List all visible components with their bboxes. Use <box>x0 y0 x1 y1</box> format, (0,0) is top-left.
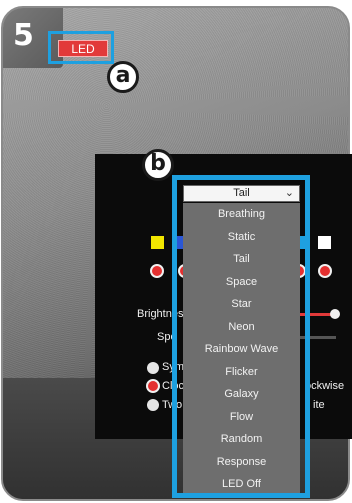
option-flow[interactable]: Flow <box>183 406 300 428</box>
option-label-counterclockwise: ockwise <box>305 380 345 392</box>
color-radio-4[interactable] <box>318 264 332 278</box>
step-number: 5 <box>13 18 34 53</box>
option-rainbow-wave[interactable]: Rainbow Wave <box>183 338 300 360</box>
option-space[interactable]: Space <box>183 271 300 293</box>
led-button[interactable]: LED <box>58 40 108 57</box>
option-led-off[interactable]: LED Off <box>183 473 300 495</box>
brightness-slider-knob[interactable] <box>330 309 340 319</box>
option-radio-cloc[interactable] <box>146 379 160 393</box>
led-highlight-box: LED <box>48 31 114 64</box>
color-radio-1[interactable] <box>150 264 164 278</box>
option-random[interactable]: Random <box>183 428 300 450</box>
screenshot-frame: 5 LED a Brightnes Spe Sym Cloc Two ockwi… <box>0 0 352 503</box>
option-label-white: ite <box>313 399 325 411</box>
option-tail[interactable]: Tail <box>183 248 300 270</box>
option-response[interactable]: Response <box>183 451 300 473</box>
chevron-down-icon: ⌄ <box>284 187 294 199</box>
option-galaxy[interactable]: Galaxy <box>183 383 300 405</box>
color-swatch-yellow[interactable] <box>151 236 164 249</box>
callout-a: a <box>107 61 139 93</box>
option-breathing[interactable]: Breathing <box>183 203 300 225</box>
effect-select[interactable]: Tail ⌄ <box>183 185 300 202</box>
option-radio-sym[interactable] <box>147 362 159 374</box>
color-swatch-white[interactable] <box>318 236 331 249</box>
option-flicker[interactable]: Flicker <box>183 361 300 383</box>
option-star[interactable]: Star <box>183 293 300 315</box>
callout-b: b <box>142 149 174 181</box>
effect-select-value: Tail <box>233 187 250 199</box>
effect-options-list: Breathing Static Tail Space Star Neon Ra… <box>183 203 300 493</box>
option-static[interactable]: Static <box>183 226 300 248</box>
option-neon[interactable]: Neon <box>183 316 300 338</box>
option-radio-two[interactable] <box>147 399 159 411</box>
